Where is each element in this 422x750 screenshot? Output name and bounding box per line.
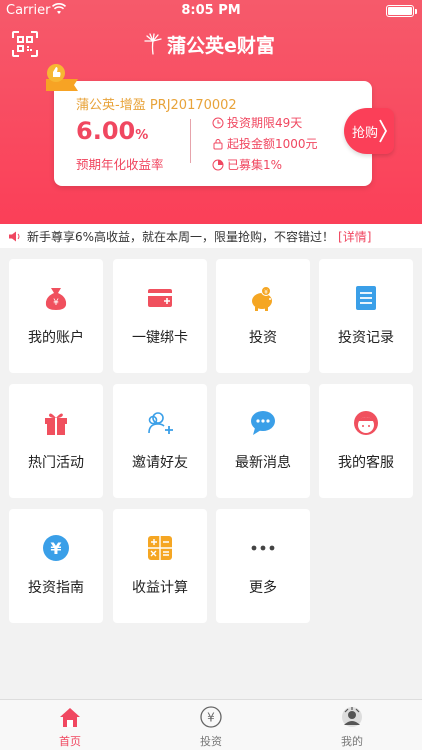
raised-text: 已募集1% [227,158,283,172]
rate-value: 6.00 [76,117,136,145]
hero-header: Carrier 8:05 PM 蒲公英e财富 推荐 蒲公英-增盈 PRJ2017… [0,0,422,224]
featured-product-card[interactable]: 推荐 蒲公英-增盈 PRJ20170002 6.00% 预期年化收益率 投资期限… [46,64,372,186]
clock-icon [212,117,224,128]
buy-button[interactable]: 抢购 [344,108,394,154]
menu-item-latest-news[interactable]: 最新消息 [216,384,310,498]
piggy-bank-icon: ¥ [252,286,272,311]
svg-text:¥: ¥ [50,539,61,558]
menu-label: 热门活动 [28,455,84,471]
menu-item-invest-record[interactable]: 投资记录 [319,259,413,373]
menu-label: 最新消息 [235,455,291,471]
dandelion-icon [144,33,162,55]
menu-item-hot-events[interactable]: 热门活动 [9,384,103,498]
rate-unit: % [135,128,149,143]
avatar-icon [342,707,362,727]
clock: 8:05 PM [181,3,241,18]
message-icon [251,411,275,435]
notice-text: 新手尊享6%高收益，就在本周一，限量抢购，不容错过！ [27,229,335,244]
tab-label: 投资 [200,735,222,748]
menu-label: 我的账户 [28,330,84,346]
menu-item-invest[interactable]: ¥ 投资 [216,259,310,373]
bank-card-icon [148,289,172,307]
svg-text:¥: ¥ [264,289,268,296]
gift-icon [45,413,67,435]
menu-item-my-account[interactable]: ¥ 我的账户 [9,259,103,373]
speaker-icon [9,231,20,241]
menu-item-customer-service[interactable]: 我的客服 [319,384,413,498]
lock-icon [213,138,223,149]
notice-bar[interactable]: 新手尊享6%高收益，就在本周一，限量抢购，不容错过！ [详情] [0,224,422,248]
menu-item-invest-guide[interactable]: ¥ 投资指南 [9,509,103,623]
menu-item-more[interactable]: 更多 [216,509,310,623]
term-text: 投资期限49天 [227,116,303,130]
menu-label: 投资 [249,330,277,346]
notice-detail-link[interactable]: [详情] [338,228,371,245]
menu-label: 一键绑卡 [132,330,188,346]
product-name: 蒲公英-增盈 PRJ20170002 [76,98,237,113]
menu-label: 投资记录 [338,330,394,346]
yuan-guide-icon: ¥ [43,535,69,561]
menu-label: 更多 [249,580,277,596]
tab-home[interactable]: 首页 [0,700,140,750]
menu-item-bind-card[interactable]: 一键绑卡 [113,259,207,373]
tab-invest[interactable]: ¥ 投资 [141,700,281,750]
more-icon [251,545,275,551]
menu-grid: ¥ 我的账户 一键绑卡 ¥ 投资 投资记录 热门活动 邀请好友 最新消息 我的客… [0,248,422,699]
battery-icon [386,5,414,17]
svg-text:¥: ¥ [207,711,215,725]
tab-label: 我的 [341,735,363,748]
tab-label: 首页 [59,735,81,748]
menu-label: 投资指南 [28,580,84,596]
menu-label: 邀请好友 [132,455,188,471]
qr-scan-icon[interactable] [12,31,38,57]
card-divider [190,119,191,163]
calculator-icon [148,536,172,560]
svg-text:¥: ¥ [53,298,59,308]
term-row: 投资期限49天 [212,114,302,131]
menu-label: 收益计算 [132,580,188,596]
tab-bar: 首页 ¥ 投资 我的 [0,699,422,750]
annual-rate: 6.00% [76,117,148,145]
chevron-right-icon [379,119,388,143]
progress-pie-icon [212,159,224,170]
menu-label: 我的客服 [338,455,394,471]
tab-mine[interactable]: 我的 [282,700,422,750]
brand-logo: 蒲公英e财富 [142,32,275,57]
yuan-circle-icon: ¥ [200,706,222,728]
min-amount-row: 起投金额1000元 [212,135,318,152]
min-amount-text: 起投金额1000元 [227,137,318,151]
battery-tip [415,9,417,14]
money-bag-icon: ¥ [45,288,67,310]
menu-item-invite-friends[interactable]: 邀请好友 [113,384,207,498]
brand-name: 蒲公英e财富 [167,34,275,57]
rate-label: 预期年化收益率 [76,157,164,172]
customer-service-icon [354,411,378,435]
status-bar: Carrier 8:05 PM [0,0,422,22]
invite-friend-icon [148,412,173,434]
raised-row: 已募集1% [212,156,282,173]
record-list-icon [356,286,376,310]
buy-label: 抢购 [352,125,379,141]
menu-item-yield-calculator[interactable]: 收益计算 [113,509,207,623]
home-icon [60,708,80,727]
